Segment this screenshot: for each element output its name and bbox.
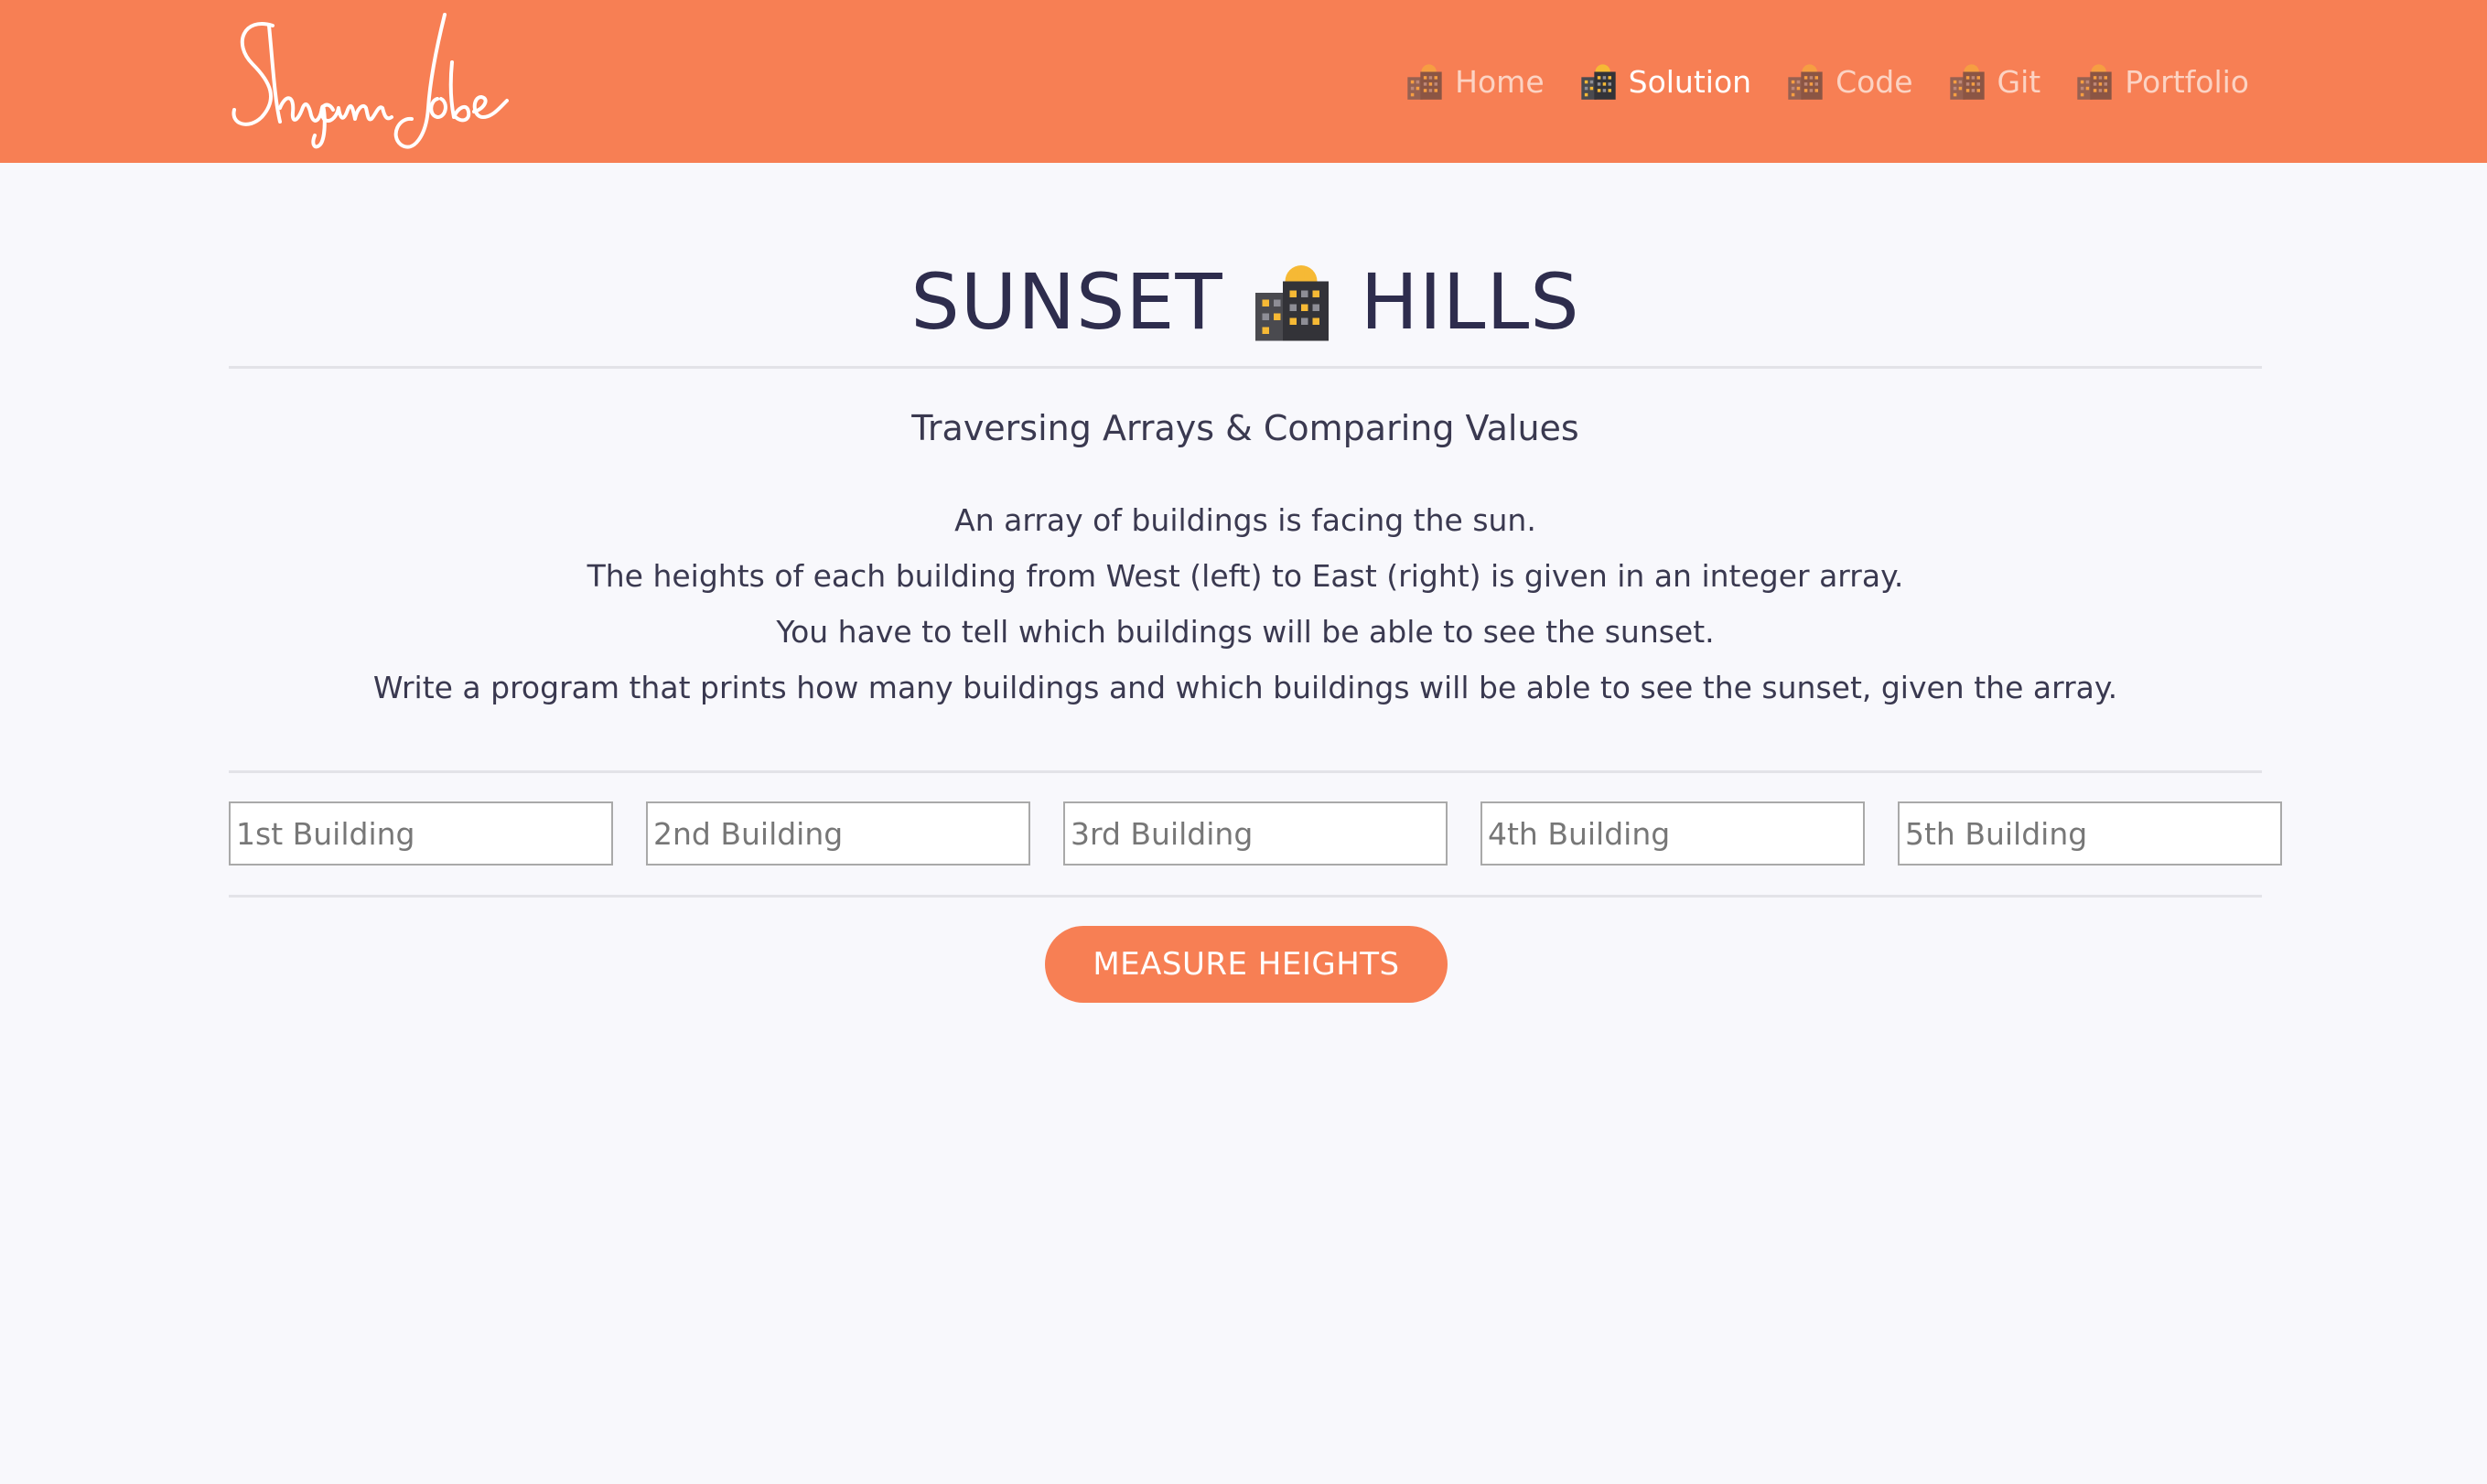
nav-label: Portfolio bbox=[2125, 63, 2249, 100]
city-sunset-icon bbox=[1251, 261, 1333, 343]
city-sunset-icon bbox=[2075, 62, 2114, 101]
nav-label: Home bbox=[1455, 63, 1545, 100]
description-line: The heights of each building from West (… bbox=[587, 558, 1904, 594]
nav-item-solution[interactable]: Solution bbox=[1579, 62, 1751, 101]
brand-logo[interactable] bbox=[225, 7, 509, 154]
description-line: You have to tell which buildings will be… bbox=[776, 614, 1715, 650]
building-2-input[interactable] bbox=[646, 801, 1030, 866]
description-line: An array of buildings is facing the sun. bbox=[954, 502, 1536, 538]
building-5-input[interactable] bbox=[1898, 801, 2282, 866]
divider bbox=[229, 895, 2262, 898]
navbar: Home Solution Code Git Portfolio bbox=[0, 0, 2487, 163]
nav-label: Solution bbox=[1628, 63, 1752, 100]
city-sunset-icon bbox=[1405, 62, 1444, 101]
building-inputs bbox=[229, 801, 2288, 866]
page-title: SUNSET HILLS bbox=[229, 238, 2262, 366]
measure-heights-button[interactable]: MEASURE HEIGHTS bbox=[1045, 926, 1448, 1003]
title-right: HILLS bbox=[1360, 257, 1580, 347]
nav-item-code[interactable]: Code bbox=[1786, 62, 1913, 101]
main-nav: Home Solution Code Git Portfolio bbox=[1405, 0, 2249, 163]
divider bbox=[229, 366, 2262, 369]
city-sunset-icon bbox=[1786, 62, 1825, 101]
nav-item-git[interactable]: Git bbox=[1948, 62, 2041, 101]
nav-item-home[interactable]: Home bbox=[1405, 62, 1545, 101]
problem-description: An array of buildings is facing the sun.… bbox=[229, 492, 2262, 715]
city-sunset-icon bbox=[1579, 62, 1618, 101]
nav-item-portfolio[interactable]: Portfolio bbox=[2075, 62, 2249, 101]
city-sunset-icon bbox=[1948, 62, 1986, 101]
page-subtitle: Traversing Arrays & Comparing Values bbox=[911, 408, 1579, 448]
building-4-input[interactable] bbox=[1480, 801, 1865, 866]
nav-label: Code bbox=[1836, 63, 1913, 100]
building-1-input[interactable] bbox=[229, 801, 613, 866]
title-left: SUNSET bbox=[910, 257, 1223, 347]
nav-label: Git bbox=[1997, 63, 2041, 100]
description-line: Write a program that prints how many bui… bbox=[372, 670, 2118, 705]
building-3-input[interactable] bbox=[1063, 801, 1448, 866]
divider bbox=[229, 770, 2262, 773]
